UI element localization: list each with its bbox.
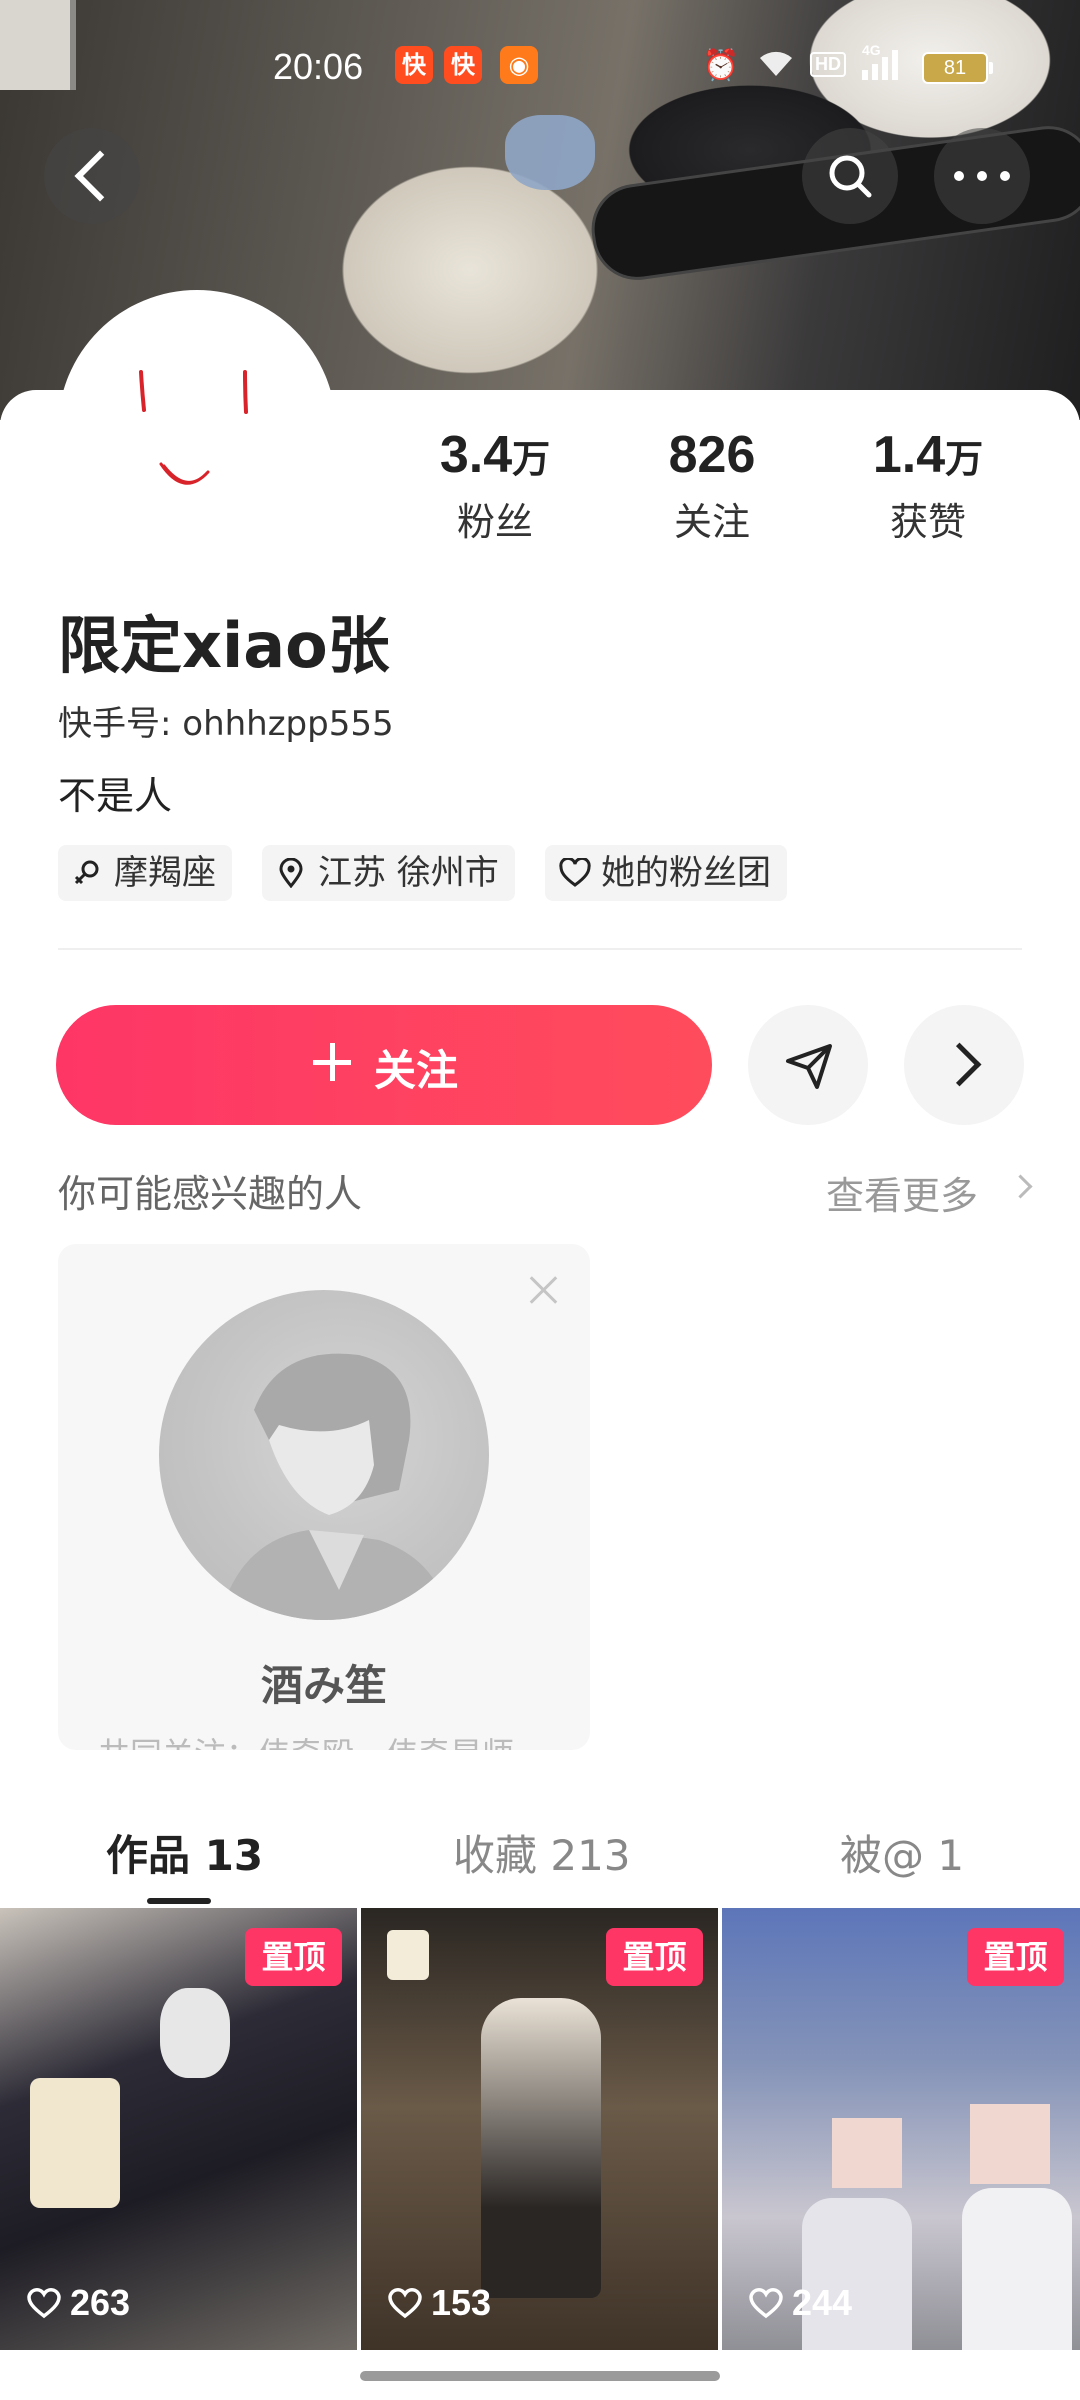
kuaishou-id[interactable]: 快手号: ohhhzpp555 (58, 696, 394, 745)
close-icon[interactable] (528, 1274, 560, 1306)
suggested-user-avatar[interactable] (159, 1290, 489, 1620)
stat-unit: 万 (512, 437, 551, 481)
suggested-user-name: 酒み笙 (260, 1661, 387, 1710)
tag-label: 摩羯座 (114, 853, 216, 893)
stat-label: 关注 (673, 500, 750, 544)
likes-value: 244 (792, 2282, 853, 2323)
heart-icon (27, 2288, 61, 2319)
video-thumbnail[interactable]: 置顶 244 (722, 1908, 1080, 2350)
divider (58, 948, 1022, 950)
stat-value: 1.4 (872, 426, 946, 484)
heart-icon (749, 2288, 783, 2319)
kuaishou-app-icon: 快 (444, 46, 482, 84)
video-grid: 置顶 263 置顶 153 置顶 244 (0, 1908, 1080, 2350)
search-button[interactable] (802, 128, 898, 224)
profile-bio: 不是人 (58, 774, 173, 818)
status-bar: 20:06 快 快 ◉ ⏰ HD 4G 81 (0, 38, 1080, 98)
tab-mentions[interactable]: 被@ 1 (840, 1822, 964, 1883)
pinned-badge: 置顶 (967, 1928, 1064, 1986)
stat-following[interactable]: 826 关注 (612, 425, 812, 546)
stat-likes[interactable]: 1.4万 获赞 (828, 425, 1028, 546)
status-time: 20:06 (273, 46, 364, 87)
likes-value: 153 (431, 2282, 492, 2323)
tag-location[interactable]: 江苏 徐州市 (262, 845, 515, 901)
thumbnail-detail (481, 1998, 601, 2298)
paper-plane-icon (786, 1044, 832, 1089)
active-tab-indicator (147, 1898, 211, 1904)
follow-button[interactable]: 关注 (56, 1005, 712, 1125)
suggested-user-card[interactable]: 酒み笙 共同关注：伟奇殴，伟奇昂师 (58, 1244, 590, 1750)
kuaishou-app-icon: 快 (395, 46, 433, 84)
profile-name: 限定xiao张 (58, 609, 390, 682)
send-message-button[interactable] (748, 1005, 868, 1125)
tag-zodiac[interactable]: 摩羯座 (58, 845, 232, 901)
location-pin-icon (279, 858, 303, 888)
thumbnail-detail (832, 2118, 902, 2188)
more-dots-icon (954, 171, 1010, 181)
thumbnail-detail (962, 2188, 1072, 2350)
avatar-smiley-drawing (139, 370, 248, 485)
plus-icon (313, 1043, 351, 1081)
more-options-button[interactable] (934, 128, 1030, 224)
chevron-right-icon (937, 1042, 982, 1087)
suggested-user-mutual: 共同关注：伟奇殴，伟奇昂师 (98, 1729, 514, 1750)
tab-works[interactable]: 作品 13 (106, 1822, 263, 1883)
likes-value: 263 (70, 2282, 131, 2323)
hd-icon: HD (810, 52, 846, 77)
thumbnail-detail (970, 2104, 1050, 2184)
tag-label: 她的粉丝团 (601, 853, 771, 893)
pinned-badge: 置顶 (606, 1928, 703, 1986)
stat-value: 3.4 (439, 426, 513, 484)
stat-label: 获赞 (889, 500, 966, 544)
follow-label: 关注 (374, 1046, 459, 1095)
likes-count: 263 (26, 2282, 130, 2324)
see-more-link[interactable]: 查看更多 (826, 1165, 978, 1220)
tag-fan-club[interactable]: 她的粉丝团 (545, 845, 787, 901)
tab-favorites[interactable]: 收藏 213 (453, 1822, 631, 1883)
expand-suggestions-button[interactable] (904, 1005, 1024, 1125)
network-type-label: 4G (862, 42, 881, 58)
pinned-badge: 置顶 (245, 1928, 342, 1986)
likes-count: 244 (748, 2282, 852, 2324)
stat-value: 826 (668, 426, 756, 484)
thumbnail-detail (802, 2198, 912, 2350)
heart-icon (388, 2288, 422, 2319)
heart-outline-icon (559, 858, 591, 887)
avatar[interactable] (58, 290, 336, 568)
search-icon (829, 155, 872, 198)
stat-unit: 万 (945, 437, 984, 481)
notification-app-icon: ◉ (500, 46, 538, 84)
alarm-icon: ⏰ (702, 48, 740, 83)
home-indicator[interactable] (360, 2371, 720, 2381)
wifi-icon (756, 48, 796, 88)
video-thumbnail[interactable]: 置顶 263 (0, 1908, 357, 2350)
cover-photo-detail (505, 115, 595, 190)
image-post-icon (387, 1930, 429, 1980)
video-thumbnail[interactable]: 置顶 153 (361, 1908, 718, 2350)
suggestions-title: 你可能感兴趣的人 (58, 1172, 363, 1216)
thumbnail-detail (30, 2078, 120, 2208)
anime-avatar-drawing (219, 1353, 449, 1620)
female-gender-icon (74, 860, 99, 885)
thumbnail-detail (160, 1988, 230, 2078)
back-button[interactable] (44, 128, 140, 224)
back-arrow-icon (74, 150, 126, 202)
likes-count: 153 (387, 2282, 491, 2324)
stat-followers[interactable]: 3.4万 粉丝 (395, 425, 595, 546)
battery-icon: 81 (922, 52, 993, 84)
content-tabs: 作品 13 收藏 213 被@ 1 (0, 1800, 1080, 1910)
stat-label: 粉丝 (456, 500, 533, 544)
tag-label: 江苏 徐州市 (318, 853, 499, 893)
